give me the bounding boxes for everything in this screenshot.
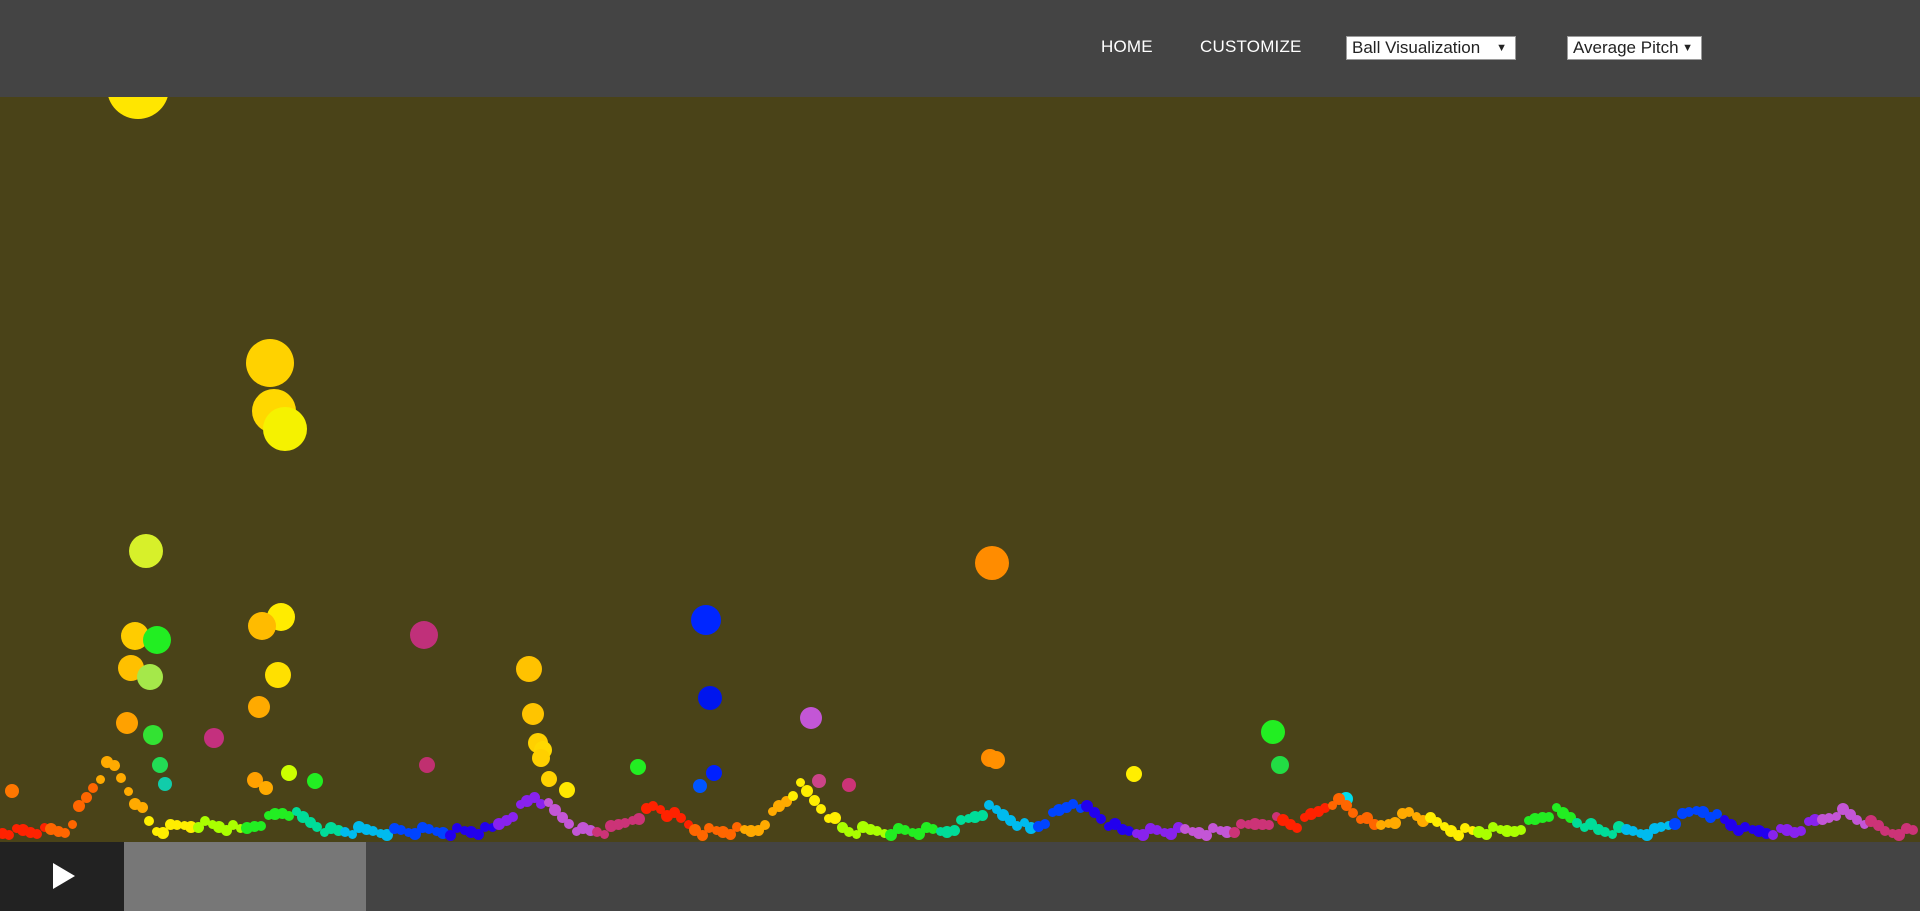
visualization-ball — [1544, 811, 1554, 822]
visualization-ball — [1292, 822, 1302, 833]
visualization-ball — [706, 765, 722, 781]
visualization-ball — [541, 771, 557, 787]
visualization-ball — [987, 751, 1005, 769]
visualization-ball — [522, 703, 544, 725]
visualization-ball — [1796, 826, 1806, 837]
visualization-ball — [5, 784, 19, 798]
visualization-ball — [88, 783, 98, 794]
visualization-ball — [143, 725, 163, 745]
visualization-ball — [410, 621, 438, 649]
visualization-ball — [116, 712, 138, 734]
visualization-ball — [1669, 818, 1681, 831]
visualization-select-value: Ball Visualization — [1352, 38, 1481, 57]
visualization-ball — [800, 707, 822, 729]
customize-link[interactable]: CUSTOMIZE — [1200, 37, 1302, 57]
visualization-ball — [307, 773, 323, 789]
progress-fill — [124, 842, 367, 911]
visualization-ball — [842, 778, 856, 792]
visualization-ball — [1516, 825, 1526, 836]
visualization-ball — [204, 728, 224, 748]
visualization-ball — [80, 791, 92, 803]
visualization-ball — [144, 815, 154, 826]
visualization-ball — [508, 812, 518, 823]
visualization-ball — [152, 757, 168, 773]
visualization-ball — [816, 804, 826, 814]
visualization-ball — [129, 534, 163, 568]
visualization-ball — [633, 812, 645, 825]
visualization-ball — [630, 759, 646, 775]
visualization-ball — [259, 781, 273, 795]
visualization-ball — [248, 612, 276, 640]
visualization-ball — [788, 791, 798, 801]
visualization-ball — [136, 802, 148, 814]
visualization-ball — [419, 757, 435, 773]
visualization-ball — [137, 664, 163, 690]
visualization-ball — [1271, 756, 1289, 774]
visualization-ball — [559, 782, 575, 798]
metric-select-value: Average Pitch — [1573, 38, 1679, 57]
playback-bar — [0, 842, 1920, 911]
chevron-down-icon: ▼ — [1496, 42, 1507, 54]
visualization-ball — [1261, 720, 1285, 744]
visualization-ball — [1389, 817, 1401, 829]
chevron-down-icon: ▼ — [1682, 42, 1693, 54]
visualization-ball — [281, 765, 297, 781]
visualization-select[interactable]: Ball Visualization ▼ — [1346, 36, 1516, 60]
top-navigation-bar: HOME CUSTOMIZE Ball Visualization ▼ Aver… — [0, 0, 1920, 97]
visualization-ball — [693, 779, 707, 793]
play-button[interactable] — [0, 842, 124, 911]
visualization-ball — [265, 662, 291, 688]
visualization-ball — [1264, 819, 1274, 830]
visualization-ball — [158, 777, 172, 791]
home-link[interactable]: HOME — [1101, 37, 1153, 57]
visualization-ball — [532, 749, 550, 767]
visualization-ball — [123, 786, 133, 796]
play-icon — [53, 863, 75, 889]
metric-select[interactable]: Average Pitch ▼ — [1567, 36, 1702, 60]
visualization-ball — [263, 407, 307, 451]
visualization-ball — [976, 810, 988, 822]
visualization-ball — [975, 546, 1009, 580]
visualization-ball — [246, 339, 294, 387]
visualization-ball — [143, 626, 171, 654]
progress-track[interactable] — [124, 842, 1920, 911]
visualization-ball — [948, 825, 960, 837]
visualization-ball — [248, 696, 270, 718]
visualization-ball — [698, 686, 722, 710]
visualization-ball — [108, 759, 120, 771]
visualization-ball — [1126, 766, 1142, 782]
visualization-ball — [812, 774, 826, 788]
visualization-ball — [1040, 819, 1050, 829]
visualization-ball — [95, 775, 105, 785]
visualization-ball — [116, 773, 126, 784]
visualization-canvas — [0, 0, 1920, 842]
visualization-ball — [1228, 827, 1240, 839]
visualization-ball — [691, 605, 721, 635]
visualization-ball — [256, 820, 266, 831]
visualization-ball — [1908, 825, 1918, 835]
visualization-ball — [60, 828, 70, 838]
visualization-ball — [760, 820, 770, 830]
visualization-ball — [67, 819, 77, 829]
visualization-ball — [516, 656, 542, 682]
